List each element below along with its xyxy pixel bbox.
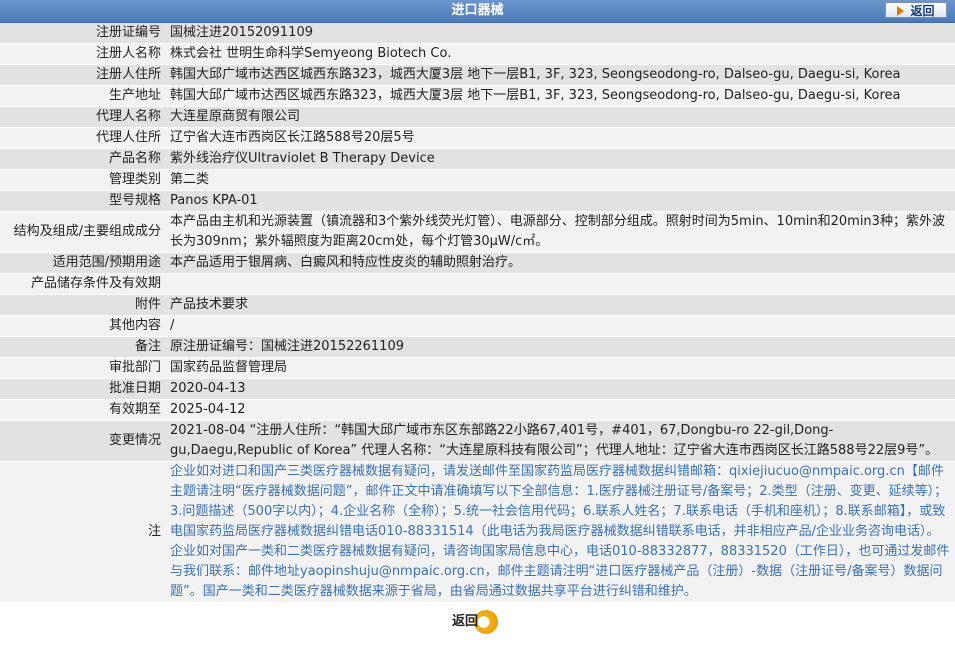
field-label: 审批部门: [0, 357, 166, 379]
field-label: 注册人名称: [0, 43, 166, 65]
field-label: 注册证编号: [0, 23, 166, 44]
table-row: 型号规格 Panos KPA-01: [0, 190, 955, 212]
field-value: /: [166, 315, 955, 337]
table-row: 产品储存条件及有效期: [0, 273, 955, 295]
table-row: 注册人名称 株式会社 世明生命科学Semyeong Biotech Co.: [0, 43, 955, 65]
field-value: Panos KPA-01: [166, 190, 955, 212]
field-label: 适用范围/预期用途: [0, 252, 166, 274]
table-row: 备注 原注册证编号：国械注进20152261109: [0, 336, 955, 358]
field-value: 2020-04-13: [166, 378, 955, 400]
arrow-right-icon: [897, 6, 905, 16]
field-value: [166, 273, 955, 295]
header-bar: 进口器械 返回: [0, 0, 955, 23]
field-label: 型号规格: [0, 190, 166, 212]
field-label: 注册人住所: [0, 64, 166, 86]
back-button-label: 返回: [452, 614, 479, 629]
field-value: 原注册证编号：国械注进20152261109: [166, 336, 955, 358]
table-row: 代理人名称 大连星原商贸有限公司: [0, 106, 955, 128]
table-row: 批准日期 2020-04-13: [0, 378, 955, 400]
detail-table: 注册证编号 国械注进20152091109 注册人名称 株式会社 世明生命科学Semy…: [0, 23, 955, 603]
field-label: 注: [0, 461, 166, 603]
field-value: 2025-04-12: [166, 399, 955, 421]
field-label: 产品储存条件及有效期: [0, 273, 166, 295]
field-value: 产品技术要求: [166, 294, 955, 316]
field-label: 代理人住所: [0, 127, 166, 149]
field-label: 生产地址: [0, 85, 166, 107]
field-label: 管理类别: [0, 169, 166, 191]
table-row: 有效期至 2025-04-12: [0, 399, 955, 421]
field-label: 结构及组成/主要组成成分: [0, 211, 166, 253]
table-row: 代理人住所 辽宁省大连市西岗区长江路588号20层5号: [0, 127, 955, 149]
field-value: 韩国大邱广域市达西区城西东路323，城西大厦3层 地下一层B1, 3F, 323…: [166, 64, 955, 86]
table-row: 变更情况 2021-08-04 “注册人住所：“韩国大邱广域市东区东部路22小路6…: [0, 420, 955, 462]
field-label: 附件: [0, 294, 166, 316]
field-value: 企业如对进口和国产三类医疗器械数据有疑问，请发送邮件至国家药监局医疗器械数据纠错…: [166, 461, 955, 603]
field-label: 其他内容: [0, 315, 166, 337]
table-row: 审批部门 国家药品监督管理局: [0, 357, 955, 379]
field-value: 韩国大邱广域市达西区城西东路323，城西大厦3层 地下一层B1, 3F, 323…: [166, 85, 955, 107]
field-value: 株式会社 世明生命科学Semyeong Biotech Co.: [166, 43, 955, 65]
field-value: 本产品适用于银屑病、白癜风和特应性皮炎的辅助照射治疗。: [166, 252, 955, 274]
field-value: 辽宁省大连市西岗区长江路588号20层5号: [166, 127, 955, 149]
table-row: 结构及组成/主要组成成分 本产品由主机和光源装置（镇流器和3个紫外线荧光灯管）、电…: [0, 211, 955, 253]
table-row: 注册人住所 韩国大邱广域市达西区城西东路323，城西大厦3层 地下一层B1, 3F…: [0, 64, 955, 86]
field-value: 国家药品监督管理局: [166, 357, 955, 379]
table-row: 产品名称 紫外线治疗仪Ultraviolet B Therapy Device: [0, 148, 955, 170]
field-value: 紫外线治疗仪Ultraviolet B Therapy Device: [166, 148, 955, 170]
table-row: 适用范围/预期用途 本产品适用于银屑病、白癜风和特应性皮炎的辅助照射治疗。: [0, 252, 955, 274]
table-row: 注企业如对进口和国产三类医疗器械数据有疑问，请发送邮件至国家药监局医疗器械数据纠…: [0, 461, 955, 603]
page-title: 进口器械: [451, 3, 504, 18]
table-row: 注册证编号 国械注进20152091109: [0, 23, 955, 44]
back-button-label: 返回: [910, 4, 935, 18]
field-label: 批准日期: [0, 378, 166, 400]
footer: 返回: [0, 603, 955, 641]
back-button-top[interactable]: 返回: [885, 2, 947, 18]
field-value: 国械注进20152091109: [166, 23, 955, 44]
field-value: 2021-08-04 “注册人住所：“韩国大邱广域市东区东部路22小路67,40…: [166, 420, 955, 462]
field-label: 代理人名称: [0, 106, 166, 128]
field-label: 产品名称: [0, 148, 166, 170]
table-row: 生产地址 韩国大邱广域市达西区城西东路323，城西大厦3层 地下一层B1, 3F,…: [0, 85, 955, 107]
field-value: 第二类: [166, 169, 955, 191]
field-label: 备注: [0, 336, 166, 358]
back-button-bottom[interactable]: 返回: [448, 608, 498, 636]
table-row: 管理类别 第二类: [0, 169, 955, 191]
field-label: 有效期至: [0, 399, 166, 421]
table-row: 其他内容 /: [0, 315, 955, 337]
table-row: 附件 产品技术要求: [0, 294, 955, 316]
field-label: 变更情况: [0, 420, 166, 462]
field-value: 本产品由主机和光源装置（镇流器和3个紫外线荧光灯管）、电源部分、控制部分组成。照…: [166, 211, 955, 253]
field-value: 大连星原商贸有限公司: [166, 106, 955, 128]
